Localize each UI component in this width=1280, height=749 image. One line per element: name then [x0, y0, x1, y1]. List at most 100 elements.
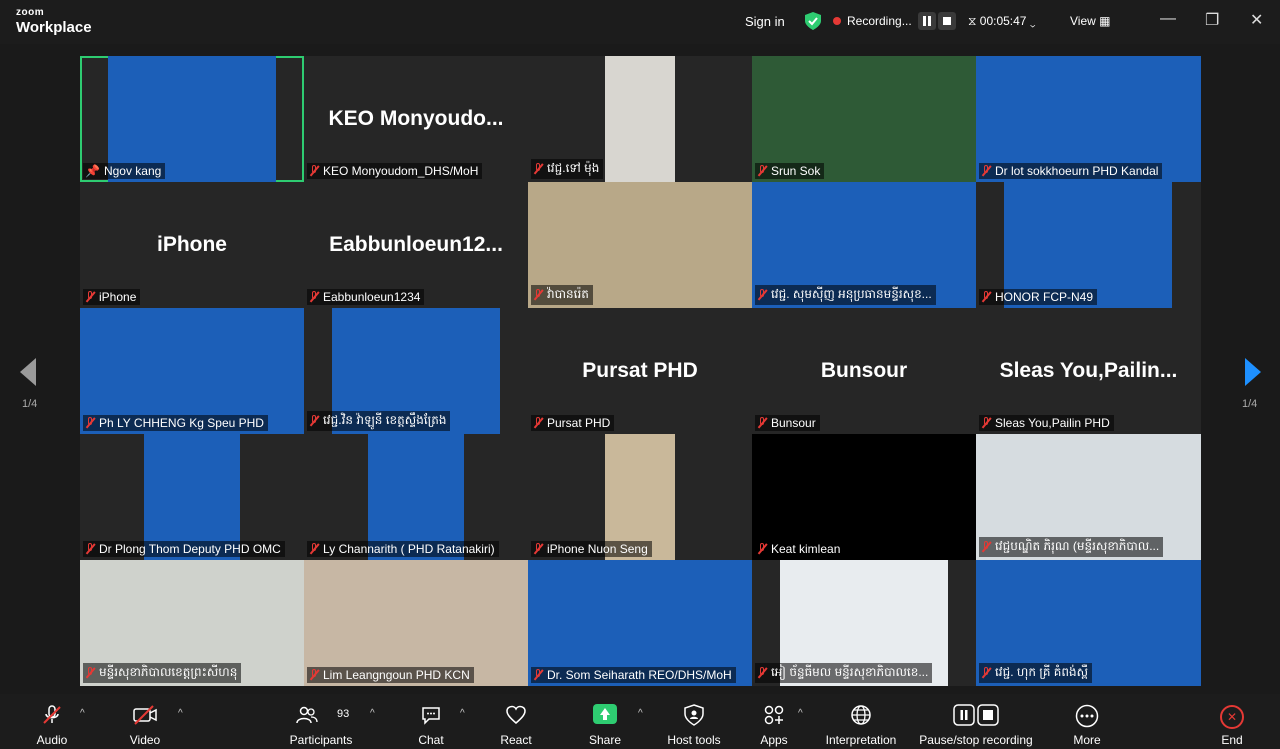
- participant-name-tag: អៀ ច័ន្ទធីមល មន្ទីរសុខាភិបាលខេ...: [755, 663, 933, 683]
- participant-tile[interactable]: Keat kimlean: [752, 434, 976, 560]
- previous-page-arrow-icon[interactable]: [20, 358, 36, 386]
- participant-tile[interactable]: Lim Leangngoun PHD KCN: [304, 560, 528, 686]
- participant-display-name: Pursat PHD: [582, 359, 698, 382]
- pause-recording-button[interactable]: [918, 12, 936, 30]
- sign-in-link[interactable]: Sign in: [745, 14, 785, 29]
- video-options-caret-icon[interactable]: ^: [178, 708, 183, 719]
- close-icon[interactable]: ✕: [1250, 10, 1263, 30]
- end-meeting-button[interactable]: ✕ End: [1210, 694, 1254, 749]
- participants-button[interactable]: 93 Participants: [285, 694, 357, 749]
- recording-dot-icon: [833, 17, 841, 25]
- pause-stop-recording-button[interactable]: Pause/stop recording: [914, 694, 1038, 749]
- participant-tile[interactable]: Eabbunloeun12... Eabbunloeun1234: [304, 182, 528, 308]
- muted-mic-icon: [981, 165, 991, 177]
- participant-name-tag: Dr. Som Seiharath REO/DHS/MoH: [531, 667, 736, 683]
- participant-tile[interactable]: Sleas You,Pailin... Sleas You,Pailin PHD: [976, 308, 1201, 434]
- chat-options-caret-icon[interactable]: ^: [460, 708, 465, 719]
- muted-mic-icon: [309, 543, 319, 555]
- participant-tile[interactable]: KEO Monyoudo... KEO Monyoudom_DHS/MoH: [304, 56, 528, 182]
- muted-mic-icon: [533, 543, 543, 555]
- recording-label: Recording...: [847, 14, 912, 28]
- participant-name-tag: វេជ្ជ.ទៅ ម៉ុង: [531, 159, 604, 179]
- video-gallery: 📌 Ngov kang KEO Monyoudo... KEO Monyoudom…: [80, 56, 1201, 686]
- participant-name-tag: Lim Leangngoun PHD KCN: [307, 667, 474, 683]
- participant-tile[interactable]: Bunsour Bunsour: [752, 308, 976, 434]
- audio-label: Audio: [36, 733, 68, 747]
- pause-stop-recording-label: Pause/stop recording: [919, 733, 1033, 747]
- muted-mic-icon: [533, 417, 543, 429]
- participants-options-caret-icon[interactable]: ^: [370, 708, 375, 719]
- more-button[interactable]: More: [1064, 694, 1110, 749]
- participant-display-name: iPhone: [156, 233, 227, 256]
- participant-name-tag: វេជ្ជ.វិន វ៉ាឡូនី ខេត្តស្ទឹងត្រែង: [307, 411, 451, 431]
- video-button[interactable]: Video: [115, 694, 175, 749]
- participant-tile[interactable]: វ៉ាបានរ៉េត: [528, 182, 752, 308]
- participant-tile[interactable]: វេជ្ជ. សុមសុីញ អនុប្រធានមន្ទីរសុខ...: [752, 182, 976, 308]
- interpretation-label: Interpretation: [825, 733, 897, 747]
- participant-count: 93: [337, 708, 350, 720]
- participant-tile[interactable]: Dr lot sokkhoeurn PHD Kandal: [976, 56, 1201, 182]
- participant-name-tag: Pursat PHD: [531, 415, 615, 431]
- share-options-caret-icon[interactable]: ^: [638, 708, 643, 719]
- participant-name-tag: វេជ្ជ. ហុក គ្រី គំពង់ស្ពឺ: [979, 663, 1093, 683]
- meeting-toolbar: Audio ^ Video ^ 93 Participants ^ Chat ^…: [0, 694, 1280, 749]
- participant-tile[interactable]: 📌 Ngov kang: [80, 56, 304, 182]
- restore-icon[interactable]: ❐: [1205, 10, 1219, 30]
- participant-tile[interactable]: វេជ្ជ.វិន វ៉ាឡូនី ខេត្តស្ទឹងត្រែង: [304, 308, 528, 434]
- security-shield-icon[interactable]: [805, 12, 821, 30]
- participant-name-tag: KEO Monyoudom_DHS/MoH: [307, 163, 483, 179]
- muted-mic-icon: [309, 291, 319, 303]
- audio-button[interactable]: Audio: [22, 694, 82, 749]
- participant-tile[interactable]: iPhone iPhone: [80, 182, 304, 308]
- interpretation-button[interactable]: Interpretation: [818, 694, 904, 749]
- chat-button[interactable]: Chat: [408, 694, 454, 749]
- meeting-timer[interactable]: ⧖ 00:05:47 ⌄: [968, 14, 1035, 29]
- muted-mic-icon: [533, 163, 543, 175]
- participant-name-tag: វេជ្ជ. សុមសុីញ អនុប្រធានមន្ទីរសុខ...: [755, 285, 936, 305]
- muted-mic-icon: [757, 543, 767, 555]
- participant-tile[interactable]: Srun Sok: [752, 56, 976, 182]
- stop-recording-button[interactable]: [938, 12, 956, 30]
- muted-mic-icon: [981, 291, 991, 303]
- page-indicator-left: 1/4: [22, 398, 38, 410]
- participant-tile[interactable]: Pursat PHD Pursat PHD: [528, 308, 752, 434]
- recording-indicator[interactable]: Recording...: [833, 14, 912, 28]
- apps-button[interactable]: Apps: [752, 694, 796, 749]
- participant-tile[interactable]: មន្ទីរសុខាភិបាលខេត្តព្រះសីហនុ: [80, 560, 304, 686]
- view-label: View: [1070, 14, 1096, 28]
- muted-mic-icon: [981, 541, 991, 553]
- participant-tile[interactable]: វេជ្ជ. ហុក គ្រី គំពង់ស្ពឺ: [976, 560, 1201, 686]
- share-button[interactable]: Share: [582, 694, 628, 749]
- logo-line2: Workplace: [16, 19, 92, 36]
- participant-name-tag: iPhone Nuon Seng: [531, 541, 652, 557]
- audio-options-caret-icon[interactable]: ^: [80, 708, 85, 719]
- share-screen-icon: [593, 704, 617, 724]
- participant-tile[interactable]: Ly Channarith ( PHD Ratanakiri): [304, 434, 528, 560]
- react-label: React: [500, 733, 532, 747]
- view-button[interactable]: View ▦: [1070, 14, 1110, 28]
- muted-mic-icon: [309, 165, 319, 177]
- participant-name-tag: Dr lot sokkhoeurn PHD Kandal: [979, 163, 1163, 179]
- participant-name-tag: Ly Channarith ( PHD Ratanakiri): [307, 541, 499, 557]
- participant-display-name: Eabbunloeun12...: [329, 233, 503, 256]
- participant-tile[interactable]: វេជ្ជបណ្ឌិត ភិរុណ (មន្ទីរសុខាភិបាល...: [976, 434, 1201, 560]
- participant-tile[interactable]: វេជ្ជ.ទៅ ម៉ុង: [528, 56, 752, 182]
- participant-name-tag: វេជ្ជបណ្ឌិត ភិរុណ (មន្ទីរសុខាភិបាល...: [979, 537, 1164, 557]
- participant-tile[interactable]: Dr Plong Thom Deputy PHD OMC: [80, 434, 304, 560]
- muted-mic-icon: [85, 667, 95, 679]
- apps-options-caret-icon[interactable]: ^: [798, 708, 803, 719]
- apps-icon: [763, 704, 785, 731]
- next-page-arrow-icon[interactable]: [1245, 358, 1261, 386]
- participant-tile[interactable]: Dr. Som Seiharath REO/DHS/MoH: [528, 560, 752, 686]
- video-off-icon: [132, 704, 158, 731]
- participant-tile[interactable]: iPhone Nuon Seng: [528, 434, 752, 560]
- participant-tile[interactable]: អៀ ច័ន្ទធីមល មន្ទីរសុខាភិបាលខេ...: [752, 560, 976, 686]
- participant-tile[interactable]: Ph LY CHHENG Kg Speu PHD: [80, 308, 304, 434]
- minimize-icon[interactable]: —: [1160, 10, 1176, 28]
- participant-display-name: Bunsour: [820, 359, 908, 382]
- participant-tile[interactable]: HONOR FCP-N49: [976, 182, 1201, 308]
- react-button[interactable]: React: [492, 694, 540, 749]
- participants-icon: [295, 704, 318, 731]
- host-tools-button[interactable]: Host tools: [660, 694, 728, 749]
- zoom-logo: zoom Workplace: [16, 8, 92, 36]
